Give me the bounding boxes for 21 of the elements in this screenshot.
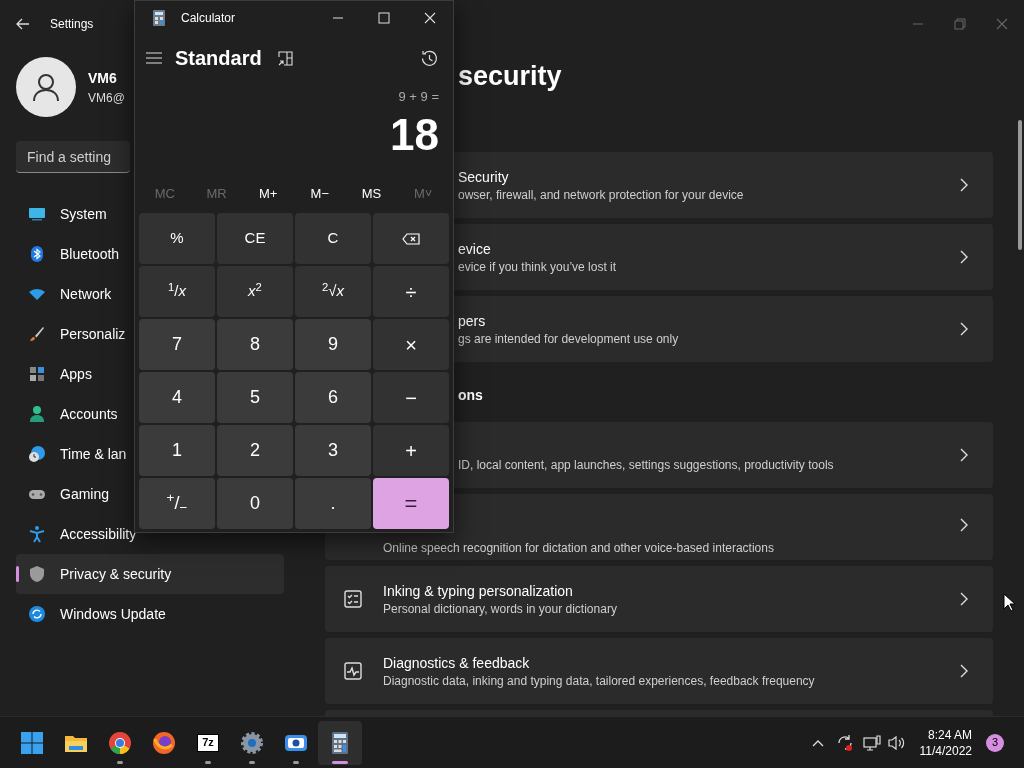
card-description: owser, firewall, and network protection for your device — [458, 187, 745, 203]
card-description: gs are intended for development use only — [458, 331, 680, 347]
profile-email: VM6@ — [88, 89, 125, 107]
window-title: Calculator — [181, 10, 236, 27]
page-heading: security — [458, 59, 562, 93]
card-title: Inking & typing personalization — [383, 582, 574, 601]
card-description: evice if you think you’ve lost it — [458, 259, 618, 275]
card-title: Security — [458, 168, 510, 187]
card-description: ID, local content, app launches, settings suggestions, productivity tools — [458, 457, 835, 473]
card-description: Diagnostic data, inking and typing data, tailored experiences, feedback frequency — [383, 673, 816, 689]
mode-title: Standard — [175, 46, 262, 71]
section-heading: ons — [458, 385, 483, 405]
card-title: Diagnostics & feedback — [383, 654, 531, 673]
card-description: Online speech recognition for dictation and other voice-based interactions — [383, 540, 775, 556]
archiver-logo: 7z — [197, 733, 219, 752]
window-title: Settings — [50, 16, 94, 33]
card-title: evice — [458, 240, 492, 259]
expression-text: 9 + 9 = — [398, 88, 439, 106]
profile-name: VM6 — [88, 68, 118, 88]
card-title: pers — [458, 312, 487, 331]
card-description: Personal dictionary, words in your dictionary — [383, 601, 618, 617]
